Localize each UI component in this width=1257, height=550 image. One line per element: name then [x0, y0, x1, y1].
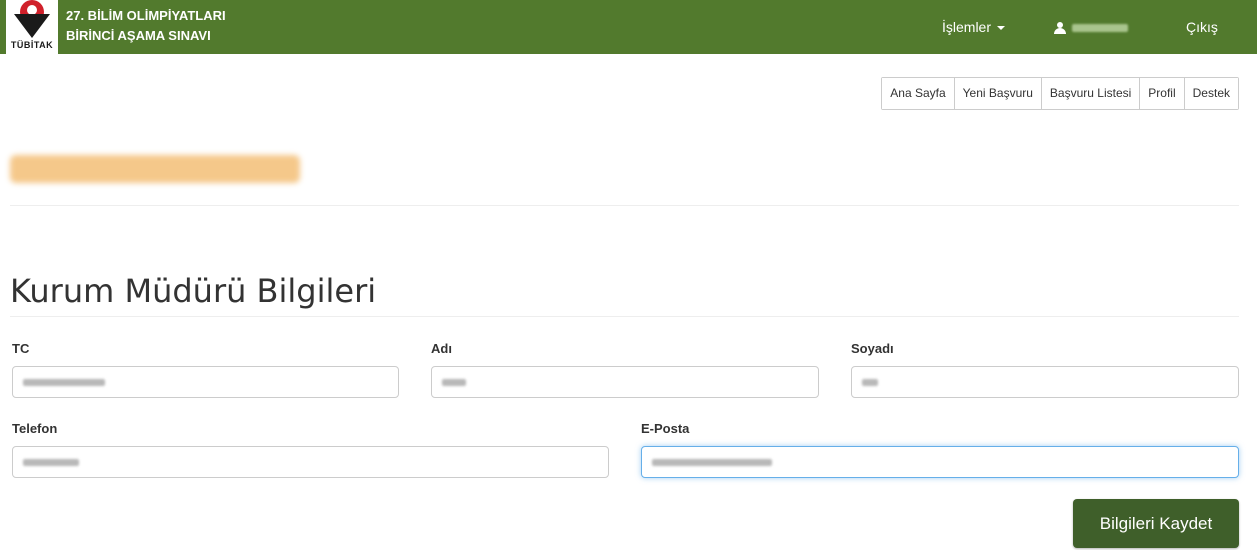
- soyadi-value: [862, 379, 878, 387]
- tubitak-logo: TÜBİTAK: [6, 0, 58, 54]
- adi-input[interactable]: [431, 366, 819, 398]
- brand-title[interactable]: 27. BİLİM OLİMPİYATLARI BİRİNCİ AŞAMA SI…: [66, 6, 226, 46]
- soyadi-input[interactable]: [851, 366, 1239, 398]
- eposta-value: [652, 459, 772, 467]
- brand-line-1: 27. BİLİM OLİMPİYATLARI: [66, 8, 226, 23]
- divider: [10, 205, 1239, 206]
- eposta-label: E-Posta: [641, 421, 690, 436]
- tc-value: [23, 379, 105, 387]
- section-title: Kurum Müdürü Bilgileri: [10, 272, 377, 310]
- eposta-input[interactable]: [641, 446, 1239, 478]
- islemler-label: İşlemler: [942, 19, 992, 35]
- sub-navigation: Ana Sayfa Yeni Başvuru Başvuru Listesi P…: [881, 77, 1239, 110]
- subnav-profil[interactable]: Profil: [1140, 78, 1185, 109]
- tc-label: TC: [12, 341, 30, 356]
- save-button[interactable]: Bilgileri Kaydet: [1073, 499, 1239, 548]
- subnav-destek[interactable]: Destek: [1184, 78, 1238, 109]
- adi-label: Adı: [431, 341, 452, 356]
- adi-value: [442, 379, 466, 387]
- logo-text: TÜBİTAK: [10, 40, 54, 50]
- telefon-value: [23, 459, 79, 467]
- tc-input[interactable]: [12, 366, 399, 398]
- soyadi-label: Soyadı: [851, 341, 894, 356]
- organization-name: [10, 155, 300, 183]
- logo-triangle-icon: [14, 14, 50, 38]
- telefon-label: Telefon: [12, 421, 58, 436]
- top-navbar: TÜBİTAK 27. BİLİM OLİMPİYATLARI BİRİNCİ …: [0, 0, 1257, 54]
- subnav-ana-sayfa[interactable]: Ana Sayfa: [882, 78, 955, 109]
- user-menu[interactable]: [1054, 0, 1128, 54]
- islemler-menu[interactable]: İşlemler: [942, 0, 1006, 54]
- logout-link[interactable]: Çıkış: [1186, 0, 1218, 54]
- brand-line-2: BİRİNCİ AŞAMA SINAVI: [66, 28, 211, 43]
- subnav-basvuru-listesi[interactable]: Başvuru Listesi: [1041, 78, 1141, 109]
- subnav-yeni-basvuru[interactable]: Yeni Başvuru: [954, 78, 1042, 109]
- user-name: [1072, 24, 1128, 33]
- telefon-input[interactable]: [12, 446, 609, 478]
- divider: [10, 316, 1239, 317]
- caret-down-icon: [997, 26, 1006, 31]
- user-icon: [1054, 22, 1066, 35]
